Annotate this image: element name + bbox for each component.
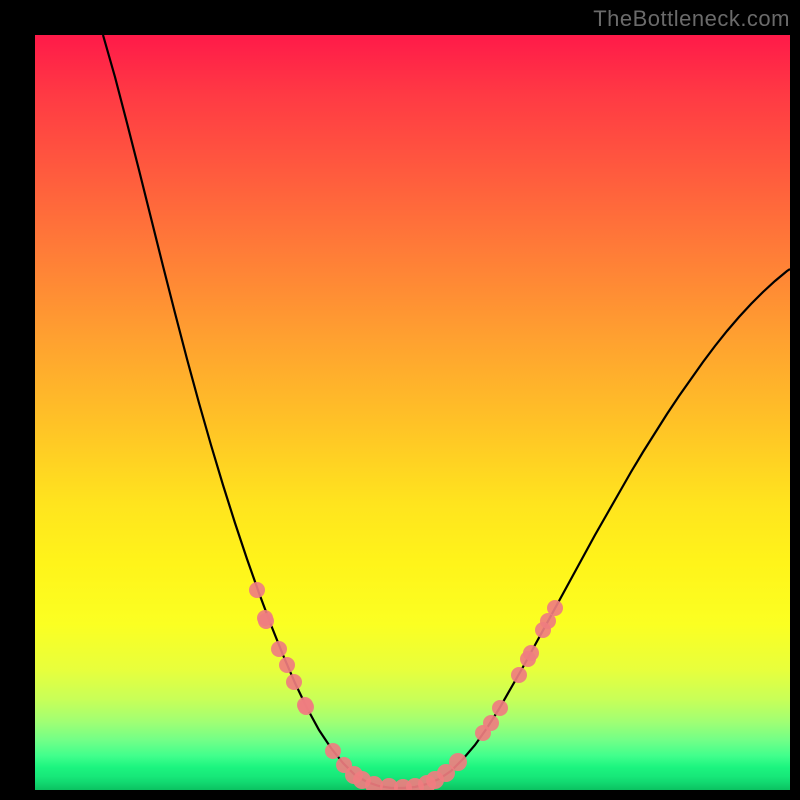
data-dot [249, 582, 265, 598]
bottleneck-curve [103, 35, 790, 788]
data-dot [492, 700, 508, 716]
data-dot [511, 667, 527, 683]
data-dot [271, 641, 287, 657]
data-dot [298, 699, 314, 715]
data-dot [483, 715, 499, 731]
data-dot [258, 613, 274, 629]
data-dot [286, 674, 302, 690]
plot-area [35, 35, 790, 790]
data-points-trough [345, 753, 467, 790]
data-points-left [249, 582, 352, 773]
data-dot [325, 743, 341, 759]
chart-frame: TheBottleneck.com [0, 0, 800, 800]
watermark-text: TheBottleneck.com [593, 6, 790, 32]
data-dot [547, 600, 563, 616]
data-dot [523, 645, 539, 661]
data-dot [279, 657, 295, 673]
data-points-right [475, 600, 563, 741]
chart-svg [35, 35, 790, 790]
data-dot [449, 753, 467, 771]
